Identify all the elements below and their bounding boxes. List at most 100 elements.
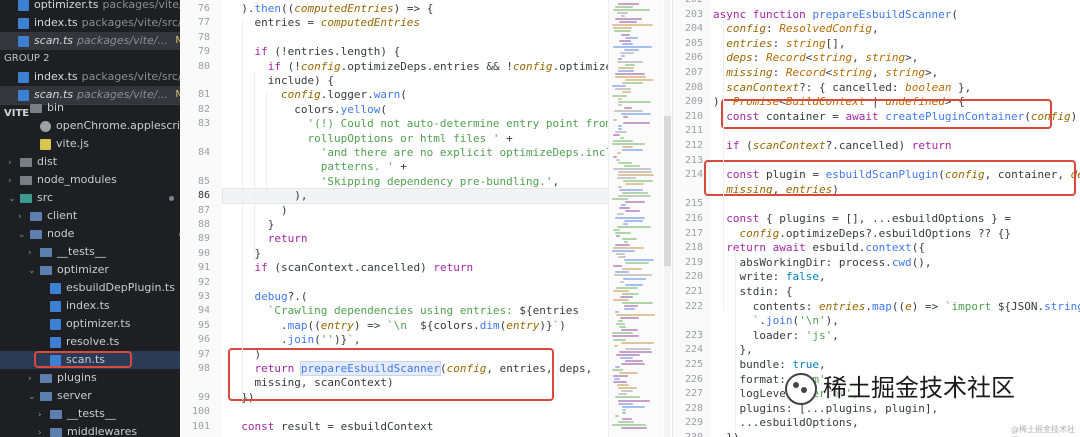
chevron-right-icon[interactable]: › bbox=[38, 424, 47, 437]
code-line[interactable]: deps: Record<string, string>, bbox=[713, 50, 918, 66]
line-number[interactable]: 218 bbox=[673, 240, 703, 256]
line-number[interactable]: 224 bbox=[673, 342, 703, 358]
tree-item-optimizer-ts[interactable]: optimizer.ts bbox=[0, 315, 180, 333]
line-number[interactable]: 230 bbox=[673, 430, 703, 437]
line-number[interactable]: 221 bbox=[673, 284, 703, 300]
code-line[interactable]: entries = computedEntries bbox=[228, 15, 420, 31]
line-number[interactable]: 212 bbox=[673, 138, 703, 154]
line-number[interactable]: 219 bbox=[673, 255, 703, 271]
code-line[interactable]: }) bbox=[713, 430, 739, 437]
chevron-right-icon[interactable]: › bbox=[18, 208, 27, 225]
line-number[interactable]: 208 bbox=[673, 80, 703, 96]
tree-item-esbuilddepplugin-ts[interactable]: esbuildDepPlugin.ts bbox=[0, 279, 180, 297]
code-line[interactable]: async function prepareEsbuildScanner( bbox=[713, 7, 958, 23]
line-number[interactable]: 80 bbox=[180, 59, 210, 75]
code-line[interactable]: config.optimizeDeps?.esbuildOptions ?? {… bbox=[713, 226, 1012, 242]
open-editor-item[interactable]: optimizer.tspackages/vite/s... bbox=[0, 0, 180, 14]
chevron-down-icon[interactable]: ⌄ bbox=[18, 100, 27, 117]
code-token: )} bbox=[333, 333, 348, 347]
chevron-down-icon[interactable]: ⌄ bbox=[8, 190, 17, 207]
line-number[interactable]: 205 bbox=[673, 36, 703, 52]
code-line[interactable]: scanContext?: { cancelled: boolean }, bbox=[713, 80, 971, 96]
line-number[interactable]: 217 bbox=[673, 226, 703, 242]
tree-item-openchrome-applescript[interactable]: openChrome.applescript bbox=[0, 117, 180, 135]
line-number[interactable]: 220 bbox=[673, 269, 703, 285]
code-line[interactable]: entries: string[], bbox=[713, 36, 845, 52]
scrollbar-thumb[interactable] bbox=[664, 116, 671, 266]
chevron-right-icon[interactable]: › bbox=[8, 154, 17, 171]
line-number[interactable]: 204 bbox=[673, 21, 703, 37]
code-token: 'Skipping dependency pre-bundling.' bbox=[228, 174, 553, 188]
code-line[interactable]: missing: Record<string, string>, bbox=[713, 65, 938, 81]
open-editor-item[interactable]: scan.ts packages/vite/... M bbox=[0, 32, 180, 50]
line-number[interactable]: 84 bbox=[180, 145, 210, 161]
minimap-line bbox=[619, 350, 652, 353]
line-number[interactable]: 83 bbox=[180, 116, 210, 132]
line-number[interactable]: 101 bbox=[180, 419, 210, 435]
tree-item-node-modules[interactable]: › node_modules bbox=[0, 171, 180, 189]
line-number[interactable]: 210 bbox=[673, 109, 703, 125]
editor-right[interactable]: 202203async function prepareEsbuildScann… bbox=[672, 0, 1080, 437]
code-line[interactable]: }, bbox=[713, 342, 752, 358]
minimap-line bbox=[613, 265, 622, 268]
tree-item-resolve-ts[interactable]: resolve.ts bbox=[0, 333, 180, 351]
code-line[interactable]: write: false, bbox=[713, 269, 825, 285]
code-line[interactable]: absWorkingDir: process.cwd(), bbox=[713, 255, 931, 271]
code-token: if bbox=[254, 261, 268, 275]
line-number[interactable]: 209 bbox=[673, 94, 703, 110]
tree-item-client[interactable]: › client bbox=[0, 207, 180, 225]
tree-item-bin[interactable]: ⌄ bin bbox=[0, 99, 180, 117]
tree-item-src[interactable]: ⌄ src bbox=[0, 189, 180, 207]
line-number[interactable]: 213 bbox=[673, 153, 703, 169]
line-number[interactable]: 207 bbox=[673, 65, 703, 81]
chevron-right-icon[interactable]: › bbox=[28, 370, 37, 387]
tree-item-plugins[interactable]: › plugins bbox=[0, 369, 180, 387]
tree-item-vite-js[interactable]: vite.jsM bbox=[0, 135, 180, 153]
line-number[interactable]: 215 bbox=[673, 196, 703, 212]
line-number[interactable]: 223 bbox=[673, 328, 703, 344]
code-line[interactable]: stdin: { bbox=[713, 284, 792, 300]
line-number[interactable]: 229 bbox=[673, 415, 703, 431]
line-number[interactable]: 203 bbox=[673, 7, 703, 23]
code-line[interactable]: const { plugins = [], ...esbuildOptions … bbox=[713, 211, 1011, 227]
chevron-down-icon[interactable]: ⌄ bbox=[18, 226, 27, 243]
code-line[interactable]: if (scanContext.cancelled) return bbox=[228, 260, 474, 276]
chevron-right-icon[interactable]: › bbox=[38, 406, 47, 423]
line-number[interactable]: 228 bbox=[673, 401, 703, 417]
line-number[interactable]: 227 bbox=[673, 386, 703, 402]
tree-item-optimizer[interactable]: ⌄ optimizer bbox=[0, 261, 180, 279]
line-number[interactable]: 216 bbox=[673, 211, 703, 227]
editor-left[interactable]: 76 ).then((computedEntries) => {77 entri… bbox=[180, 0, 672, 437]
tree-item--tests-[interactable]: › __tests__ bbox=[0, 243, 180, 261]
minimap[interactable] bbox=[608, 0, 663, 437]
editor-left-scrollbar[interactable] bbox=[664, 0, 671, 437]
code-token: result = esbuildContext bbox=[274, 419, 434, 433]
code-line[interactable]: const result = esbuildContext bbox=[228, 419, 433, 435]
chevron-down-icon[interactable]: ⌄ bbox=[28, 262, 37, 279]
line-number[interactable]: 206 bbox=[673, 50, 703, 66]
line-number[interactable]: 225 bbox=[673, 357, 703, 373]
tree-item-node[interactable]: ⌄ node bbox=[0, 225, 180, 243]
code-line[interactable]: loader: 'js', bbox=[713, 328, 839, 344]
line-number[interactable]: 214 bbox=[673, 167, 703, 183]
line-number[interactable]: 211 bbox=[673, 123, 703, 139]
code-line[interactable]: `.join('\n'), bbox=[713, 313, 839, 329]
code-line[interactable]: return await esbuild.context({ bbox=[713, 240, 925, 256]
line-number[interactable]: 226 bbox=[673, 372, 703, 388]
open-editor-item[interactable]: index.tspackages/vite/src/n... bbox=[0, 14, 180, 32]
code-line[interactable]: if (scanContext?.cancelled) return bbox=[713, 138, 951, 154]
code-line[interactable]: contents: entries.map((e) => `import ${J… bbox=[713, 299, 1080, 315]
tree-item-middlewares[interactable]: › middlewares bbox=[0, 423, 180, 437]
tree-item--tests-[interactable]: › __tests__ bbox=[0, 405, 180, 423]
tree-item-index-ts[interactable]: index.ts bbox=[0, 297, 180, 315]
chevron-down-icon[interactable]: ⌄ bbox=[28, 388, 37, 405]
code-token: 'js' bbox=[805, 328, 833, 342]
chevron-right-icon[interactable]: › bbox=[8, 172, 17, 189]
chevron-right-icon[interactable]: › bbox=[28, 244, 37, 261]
line-number[interactable]: 222 bbox=[673, 299, 703, 315]
tree-item-dist[interactable]: › dist bbox=[0, 153, 180, 171]
line-number[interactable]: 98 bbox=[180, 361, 210, 377]
tree-item-server[interactable]: ⌄ server bbox=[0, 387, 180, 405]
code-line[interactable]: config: ResolvedConfig, bbox=[713, 21, 878, 37]
open-editor-item[interactable]: index.tspackages/vite/src/n... bbox=[0, 68, 180, 86]
